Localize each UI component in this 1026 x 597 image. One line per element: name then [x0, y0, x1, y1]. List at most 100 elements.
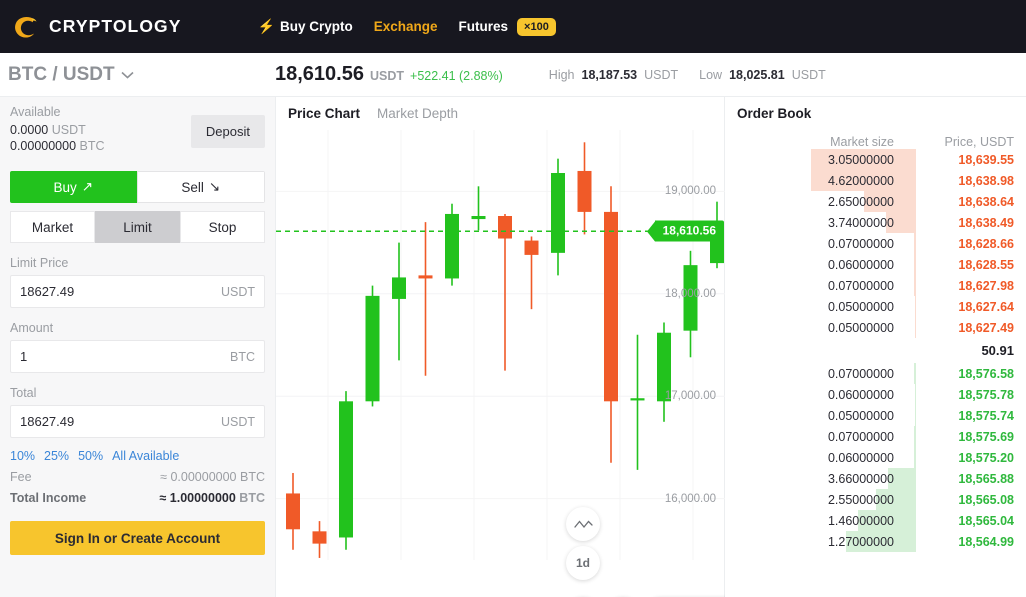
total-field[interactable]: USDT	[10, 405, 265, 438]
column-price: Price, USDT	[944, 135, 1014, 149]
candlestick-plot[interactable]: 19,000.00 18,000.00 17,000.00 16,000.00	[276, 130, 726, 560]
order-price: 18,638.98	[958, 173, 1014, 188]
futures-leverage-badge: ×100	[517, 17, 556, 36]
order-price: 18,575.69	[958, 429, 1014, 444]
ask-row[interactable]: 4.62000000 18,638.98	[725, 170, 1026, 191]
line-chart-icon[interactable]	[566, 507, 600, 541]
interval-button[interactable]: 1d	[566, 546, 600, 580]
trade-form-panel: Available 0.0000 USDT 0.00000000 BTC Dep…	[0, 97, 275, 597]
total-input[interactable]	[20, 414, 221, 429]
ask-row[interactable]: 3.05000000 18,639.55	[725, 149, 1026, 170]
nav-item-exchange[interactable]: Exchange	[374, 19, 438, 34]
order-size: 3.74000000	[827, 215, 894, 230]
percent-25[interactable]: 25%	[44, 449, 69, 463]
ask-row[interactable]: 3.74000000 18,638.49	[725, 212, 1026, 233]
high-unit: USDT	[644, 67, 679, 82]
order-type-toggle: Market Limit Stop	[10, 211, 265, 243]
fee-row: Fee ≈ 0.00000000 BTC	[10, 470, 265, 484]
order-price: 18,638.49	[958, 215, 1014, 230]
bid-row[interactable]: 1.46000000 18,565.04	[725, 510, 1026, 531]
nav-item-futures[interactable]: Futures ×100	[459, 17, 556, 36]
trading-pair-selector[interactable]: BTC / USDT	[0, 64, 275, 86]
chevron-down-icon	[121, 67, 134, 82]
main-content: Available 0.0000 USDT 0.00000000 BTC Dep…	[0, 97, 1026, 597]
order-type-limit[interactable]: Limit	[95, 211, 180, 243]
order-size: 0.07000000	[827, 429, 894, 444]
bid-row[interactable]: 0.06000000 18,575.78	[725, 384, 1026, 405]
order-price: 18,565.04	[958, 513, 1014, 528]
deposit-button[interactable]: Deposit	[190, 115, 265, 148]
total-income-label: Total Income	[10, 491, 87, 505]
sign-in-or-create-account-button[interactable]: Sign In or Create Account	[10, 521, 265, 555]
ask-row[interactable]: 2.65000000 18,638.64	[725, 191, 1026, 212]
ask-row[interactable]: 0.07000000 18,627.98	[725, 275, 1026, 296]
bid-row[interactable]: 0.06000000 18,575.20	[725, 447, 1026, 468]
limit-price-input[interactable]	[20, 284, 221, 299]
order-size: 0.07000000	[827, 366, 894, 381]
order-size: 4.62000000	[827, 173, 894, 188]
order-size: 2.65000000	[827, 194, 894, 209]
price-tag-arrow-icon	[646, 221, 655, 242]
ask-row[interactable]: 0.05000000 18,627.49	[725, 317, 1026, 338]
ask-row[interactable]: 0.06000000 18,628.55	[725, 254, 1026, 275]
ask-row[interactable]: 0.05000000 18,627.64	[725, 296, 1026, 317]
chart-tabs: Price Chart Market Depth	[276, 97, 724, 121]
percent-10[interactable]: 10%	[10, 449, 35, 463]
order-type-stop[interactable]: Stop	[180, 211, 265, 243]
total-label: Total	[10, 386, 37, 400]
available-label: Available	[10, 105, 61, 119]
bid-row[interactable]: 0.07000000 18,575.69	[725, 426, 1026, 447]
total-income-number: 1.00000000	[169, 491, 236, 505]
order-size: 0.06000000	[827, 450, 894, 465]
order-price: 18,575.20	[958, 450, 1014, 465]
high-value: 18,187.53	[581, 67, 638, 82]
order-size: 0.06000000	[827, 387, 894, 402]
order-price: 18,575.78	[958, 387, 1014, 402]
order-size: 0.07000000	[827, 236, 894, 251]
order-size: 3.66000000	[827, 471, 894, 486]
order-book-panel: Order Book Market size Price, USDT 3.050…	[725, 97, 1026, 597]
order-size: 0.05000000	[827, 299, 894, 314]
order-price: 18,627.64	[958, 299, 1014, 314]
bid-row[interactable]: 1.27000000 18,564.99	[725, 531, 1026, 552]
column-market-size: Market size	[830, 135, 894, 149]
order-price: 18,565.08	[958, 492, 1014, 507]
price-change-value: +522.41 (2.88%)	[410, 69, 503, 83]
tab-price-chart[interactable]: Price Chart	[288, 106, 360, 121]
bid-row[interactable]: 0.07000000 18,576.58	[725, 363, 1026, 384]
last-price-value: 18,610.56	[275, 63, 364, 85]
phoenix-c-logo-icon	[10, 12, 40, 42]
order-book-title: Order Book	[737, 106, 812, 121]
order-price: 18,564.99	[958, 534, 1014, 549]
available-balance-row: Available 0.0000 USDT 0.00000000 BTC Dep…	[10, 105, 265, 154]
buy-tab-button[interactable]: Buy ↗	[10, 171, 137, 203]
y-axis-label: 17,000.00	[664, 390, 716, 403]
ask-row[interactable]: 0.07000000 18,628.66	[725, 233, 1026, 254]
amount-input[interactable]	[20, 349, 230, 364]
percent-all-available[interactable]: All Available	[112, 449, 179, 463]
percent-50[interactable]: 50%	[78, 449, 103, 463]
sell-tab-button[interactable]: Sell ↘	[136, 171, 265, 203]
available-btc-currency: BTC	[79, 139, 105, 153]
bid-row[interactable]: 3.66000000 18,565.88	[725, 468, 1026, 489]
buy-label: Buy	[53, 179, 77, 195]
brand-logo[interactable]: CRYPTOLOGY	[10, 12, 182, 42]
limit-price-field[interactable]: USDT	[10, 275, 265, 308]
bolt-icon: ⚡	[257, 18, 275, 34]
tab-market-depth[interactable]: Market Depth	[377, 106, 458, 121]
percent-shortcut-row: 10% 25% 50% All Available	[10, 449, 265, 463]
amount-label: Amount	[10, 321, 54, 335]
amount-field[interactable]: BTC	[10, 340, 265, 373]
order-size: 3.05000000	[827, 152, 894, 167]
bid-row[interactable]: 2.55000000 18,565.08	[725, 489, 1026, 510]
order-book-spread-row: 50.91	[725, 338, 1026, 363]
order-type-market[interactable]: Market	[10, 211, 95, 243]
buy-sell-toggle: Buy ↗ Sell ↘	[10, 171, 265, 203]
nav-item-buy-crypto[interactable]: ⚡ Buy Crypto	[258, 18, 353, 35]
order-size: 2.55000000	[827, 492, 894, 507]
order-price: 18,638.64	[958, 194, 1014, 209]
order-price: 18,576.58	[958, 366, 1014, 381]
last-price-unit: USDT	[369, 69, 405, 83]
bid-row[interactable]: 0.05000000 18,575.74	[725, 405, 1026, 426]
order-size: 1.27000000	[827, 534, 894, 549]
